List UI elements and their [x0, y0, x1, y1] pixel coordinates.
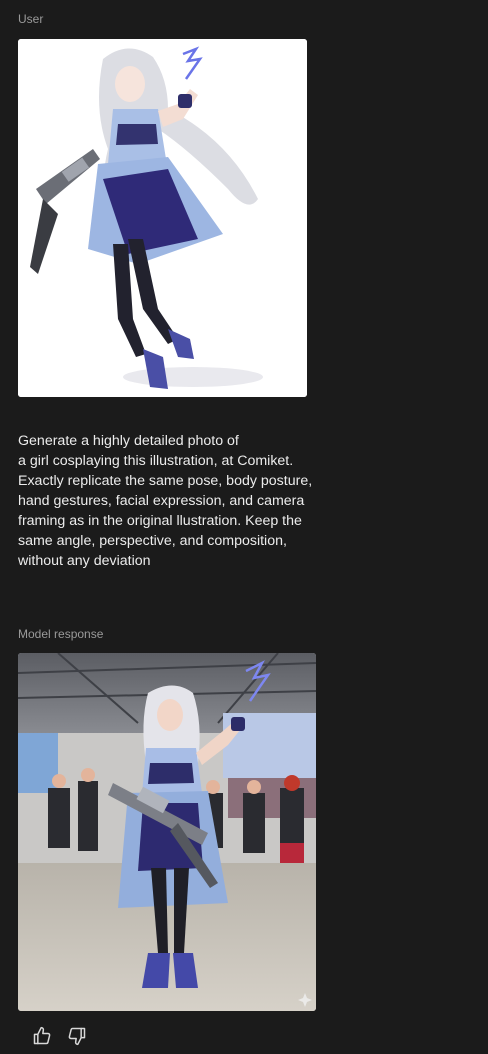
thumbs-up-button[interactable]	[32, 1026, 52, 1046]
prompt-line: a girl cosplaying this illustration, at …	[18, 453, 294, 469]
thumbs-down-button[interactable]	[67, 1026, 87, 1046]
generated-cosplay-photo[interactable]	[18, 653, 316, 1011]
prompt-line: without any deviation	[18, 553, 151, 569]
thumbs-down-icon	[68, 1027, 86, 1046]
model-role-label: Model response	[18, 627, 104, 641]
uploaded-illustration-image[interactable]	[18, 39, 307, 397]
prompt-line: hand gestures, facial expression, and ca…	[18, 493, 305, 509]
prompt-line: framing as in the original llustration. …	[18, 513, 302, 529]
thumbs-up-icon	[33, 1026, 51, 1045]
prompt-line: Exactly replicate the same pose, body po…	[18, 473, 313, 489]
prompt-line: Generate a highly detailed photo of	[18, 433, 239, 449]
user-prompt-text: Generate a highly detailed photo of a gi…	[18, 431, 338, 571]
user-role-label: User	[18, 12, 44, 26]
prompt-line: same angle, perspective, and composition…	[18, 533, 287, 549]
